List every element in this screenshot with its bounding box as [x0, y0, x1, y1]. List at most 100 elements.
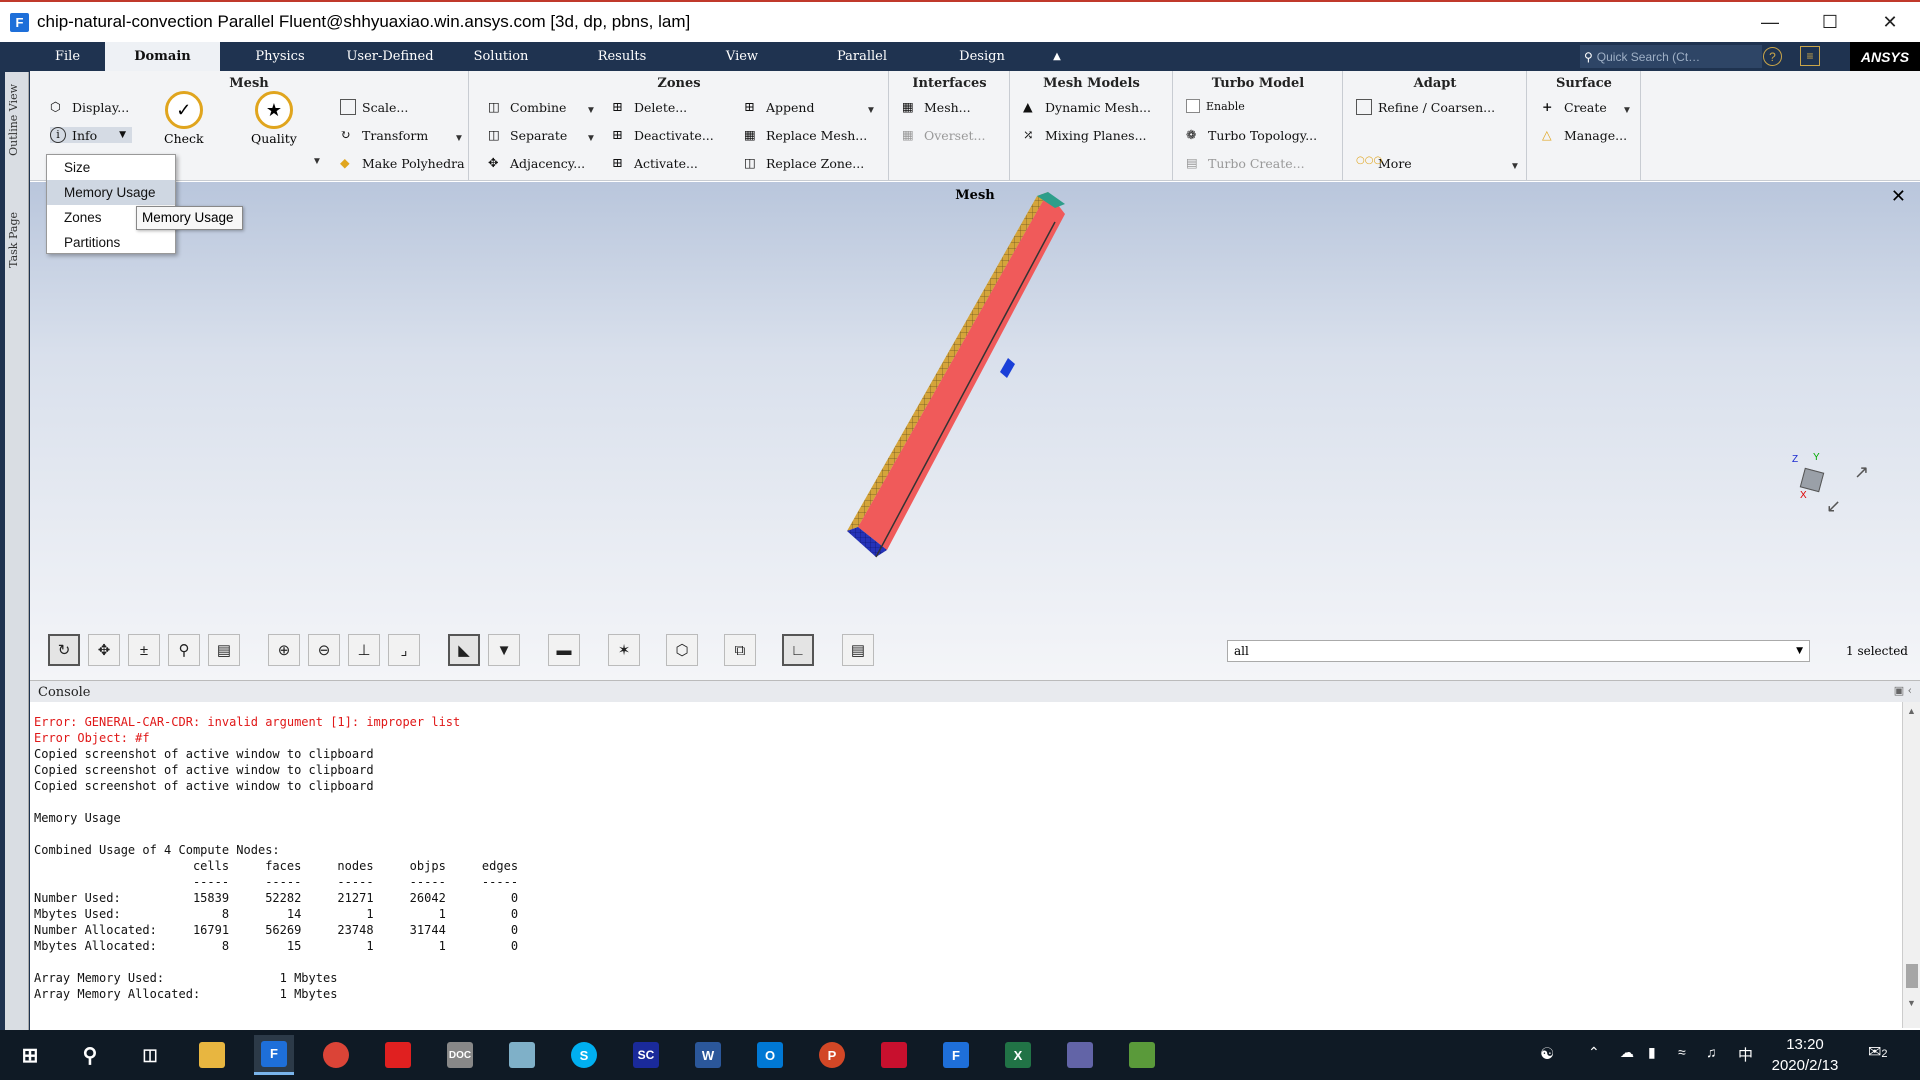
isometric-view-icon[interactable]: ⊥ — [348, 634, 380, 666]
dynamic-mesh-button[interactable]: ▲ Dynamic Mesh... — [1023, 99, 1151, 115]
deactivate-button[interactable]: ⊞ Deactivate... — [612, 127, 714, 143]
menu-item-partitions[interactable]: Partitions — [47, 230, 175, 255]
search-icon[interactable]: ⚲ — [70, 1035, 110, 1075]
pan-icon[interactable]: ✥ — [88, 634, 120, 666]
battery-icon[interactable]: ▮ — [1648, 1044, 1656, 1061]
transform-dropdown-icon[interactable]: ▼ — [454, 133, 464, 144]
tab-file[interactable]: File — [30, 42, 105, 71]
word-icon[interactable]: W — [688, 1035, 728, 1075]
axis-triad-icon[interactable]: Z Y X ↗ ↙ — [1780, 452, 1869, 522]
excel-icon[interactable]: X — [998, 1035, 1038, 1075]
powerpoint-icon[interactable]: P — [812, 1035, 852, 1075]
outline-view-tab[interactable]: Outline View — [7, 84, 20, 156]
separate-dropdown-icon[interactable]: ▼ — [586, 133, 596, 144]
zoom-out-icon[interactable]: ⊖ — [308, 634, 340, 666]
combine-dropdown-icon[interactable]: ▼ — [586, 105, 596, 116]
tab-parallel[interactable]: Parallel — [802, 42, 922, 71]
skype-icon[interactable]: S — [564, 1035, 604, 1075]
append-button[interactable]: ⊞ Append — [744, 99, 814, 115]
wifi-icon[interactable]: ≈ — [1678, 1044, 1686, 1060]
menu-item-size[interactable]: Size — [47, 155, 175, 180]
quality-dropdown-icon[interactable]: ▼ — [312, 156, 322, 167]
fluent-launcher-icon[interactable]: F — [936, 1035, 976, 1075]
turbo-create-button[interactable]: ▤ Turbo Create... — [1186, 155, 1305, 171]
tab-design[interactable]: Design — [922, 42, 1042, 71]
cloud-icon[interactable]: ☁ — [1620, 1044, 1634, 1061]
tab-user-defined[interactable]: User-Defined — [340, 42, 440, 71]
activate-button[interactable]: ⊞ Activate... — [612, 155, 698, 171]
combine-button[interactable]: ◫ Combine — [488, 99, 566, 115]
probe-icon[interactable]: ▤ — [208, 634, 240, 666]
create-dropdown-icon[interactable]: ▼ — [1622, 105, 1632, 116]
transform-button[interactable]: ↻ Transform — [340, 127, 428, 143]
close-button[interactable]: ✕ — [1860, 2, 1920, 42]
maximize-button[interactable]: ☐ — [1800, 2, 1860, 42]
slider-icon[interactable]: ▬ — [548, 634, 580, 666]
make-polyhedra-button[interactable]: ◆ Make Polyhedra — [340, 155, 465, 171]
task-page-tab[interactable]: Task Page — [7, 212, 20, 268]
turbo-topology-button[interactable]: ❁ Turbo Topology... — [1186, 127, 1317, 143]
menu-item-memory-usage[interactable]: Memory Usage — [47, 180, 175, 205]
console-scrollbar[interactable]: ▲ ▼ — [1902, 702, 1920, 1028]
mixing-planes-button[interactable]: ⤮ Mixing Planes... — [1023, 127, 1147, 143]
acrobat-icon[interactable] — [874, 1035, 914, 1075]
console-options-icon[interactable]: ▣ ‹ — [1894, 684, 1912, 697]
tab-results[interactable]: Results — [562, 42, 682, 71]
tab-view[interactable]: View — [682, 42, 802, 71]
spaceclaim-icon[interactable]: SC — [626, 1035, 666, 1075]
refine-coarsen-button[interactable]: Refine / Coarsen... — [1356, 99, 1495, 115]
append-dropdown-icon[interactable]: ▼ — [866, 105, 876, 116]
ime-indicator[interactable]: 中 — [1738, 1044, 1753, 1065]
doc-app-icon[interactable]: DOC — [440, 1035, 480, 1075]
notes-app-icon[interactable] — [502, 1035, 542, 1075]
people-icon[interactable]: ☯ — [1540, 1044, 1554, 1064]
separate-button[interactable]: ◫ Separate — [488, 127, 567, 143]
view-orientation-icon[interactable]: ⌟ — [388, 634, 420, 666]
file-explorer-icon[interactable] — [192, 1035, 232, 1075]
adapt-more-button[interactable]: ○○○ More — [1356, 155, 1412, 171]
replace-zone-button[interactable]: ◫ Replace Zone... — [744, 155, 864, 171]
zoom-in-out-icon[interactable]: ± — [128, 634, 160, 666]
interfaces-mesh-button[interactable]: ▦ Mesh... — [902, 99, 971, 115]
windows-start-icon[interactable]: ⊞ — [10, 1035, 50, 1075]
clock[interactable]: 13:20 2020/2/13 — [1760, 1034, 1850, 1076]
axes-icon[interactable]: ∟ — [782, 634, 814, 666]
scale-button[interactable]: Scale... — [340, 99, 408, 115]
help-icon[interactable]: ? — [1763, 47, 1782, 66]
quality-button[interactable]: ★ Quality — [251, 91, 297, 146]
replace-mesh-button[interactable]: ▦ Replace Mesh... — [744, 127, 867, 143]
tab-solution[interactable]: Solution — [440, 42, 562, 71]
minimize-button[interactable]: — — [1740, 2, 1800, 42]
volume-icon[interactable]: ♫ — [1706, 1044, 1717, 1060]
zoom-to-area-icon[interactable]: ⚲ — [168, 634, 200, 666]
image-app-icon[interactable] — [1122, 1035, 1162, 1075]
adjacency-button[interactable]: ✥ Adjacency... — [488, 155, 585, 171]
check-button[interactable]: ✓ Check — [164, 91, 204, 146]
chrome-icon[interactable] — [316, 1035, 356, 1075]
tab-physics[interactable]: Physics — [220, 42, 340, 71]
quick-search-input[interactable]: ⚲ Quick Search (Ct… — [1580, 45, 1762, 68]
overset-button[interactable]: ▦ Overset... — [902, 127, 985, 143]
teams-icon[interactable] — [1060, 1035, 1100, 1075]
contour-icon[interactable]: ▼ — [488, 634, 520, 666]
surface-create-button[interactable]: + Create — [1542, 99, 1607, 115]
cube-view-icon[interactable]: ⬡ — [666, 634, 698, 666]
console-output[interactable]: Error: GENERAL-CAR-CDR: invalid argument… — [30, 702, 1902, 1026]
tab-domain[interactable]: Domain — [105, 42, 220, 71]
youdao-icon[interactable] — [378, 1035, 418, 1075]
rotate-view-icon[interactable]: ↻ — [48, 634, 80, 666]
fit-to-window-icon[interactable]: ⊕ — [268, 634, 300, 666]
collapse-ribbon-icon[interactable]: ▲ — [1042, 42, 1072, 71]
outlook-icon[interactable]: O — [750, 1035, 790, 1075]
task-view-icon[interactable]: ◫ — [130, 1035, 170, 1075]
chevron-up-icon[interactable]: ⌃ — [1588, 1044, 1600, 1061]
turbo-enable-checkbox[interactable]: Enable — [1186, 99, 1245, 113]
mesh-display-icon[interactable]: ◣ — [448, 634, 480, 666]
display-button[interactable]: ⬡ Display... — [50, 99, 129, 115]
info-button[interactable]: i Info ▼ — [50, 127, 133, 143]
notification-center-icon[interactable]: ✉2 — [1868, 1042, 1888, 1062]
graphics-viewport[interactable]: Mesh ✕ Z Y X ↗ ↙ — [30, 182, 1920, 680]
lights-icon[interactable]: ✶ — [608, 634, 640, 666]
selection-dropdown[interactable]: all ▼ — [1227, 640, 1810, 662]
layout-icon[interactable]: ⧉ — [724, 634, 756, 666]
